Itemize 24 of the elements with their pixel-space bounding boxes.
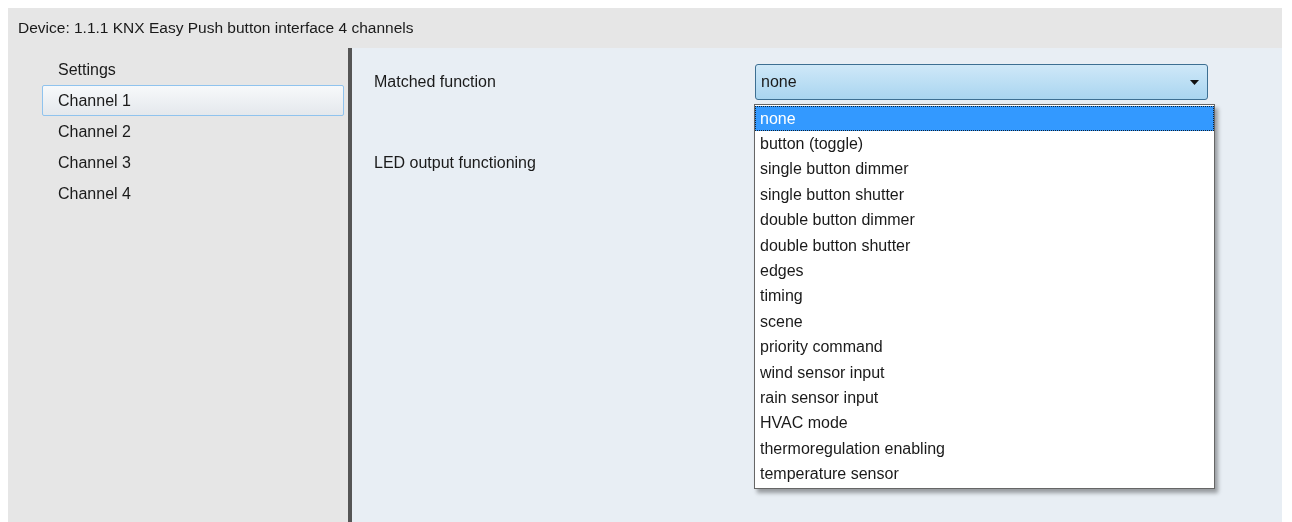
- parameter-label: LED output functioning: [374, 154, 537, 172]
- dropdown-option[interactable]: edges: [755, 258, 1214, 284]
- sidebar-item[interactable]: Channel 3: [42, 147, 344, 178]
- dropdown-option[interactable]: double button dimmer: [755, 207, 1214, 233]
- dropdown-option[interactable]: priority command: [755, 334, 1214, 360]
- dropdown-option[interactable]: single button shutter: [755, 182, 1214, 208]
- sidebar-item[interactable]: Channel 4: [42, 178, 344, 209]
- dropdown[interactable]: none: [755, 64, 1208, 100]
- sidebar-item[interactable]: Channel 1: [42, 85, 344, 116]
- caret-icon: [1190, 79, 1199, 85]
- dropdown-option[interactable]: thermoregulation enabling: [755, 436, 1214, 462]
- dropdown-option[interactable]: rain sensor input: [755, 385, 1214, 411]
- parameter-label: Matched function: [374, 73, 497, 91]
- dropdown-option[interactable]: double button shutter: [755, 232, 1214, 259]
- dropdown-option[interactable]: wind sensor input: [755, 359, 1214, 386]
- sidebar-item[interactable]: Settings: [42, 54, 344, 85]
- dropdown-option[interactable]: HVAC mode: [755, 410, 1214, 437]
- dropdown-option[interactable]: temperature sensor: [755, 461, 1214, 487]
- sidebar-item[interactable]: Channel 2: [42, 116, 344, 147]
- dropdown-option[interactable]: timing: [755, 283, 1214, 310]
- dropdown-option[interactable]: scene: [755, 309, 1214, 335]
- dropdown-option[interactable]: single button dimmer: [755, 156, 1214, 183]
- dropdown-option[interactable]: button (toggle): [755, 131, 1214, 157]
- window-title: Device: 1.1.1 KNX Easy Push button interface 4 channels: [17, 18, 415, 38]
